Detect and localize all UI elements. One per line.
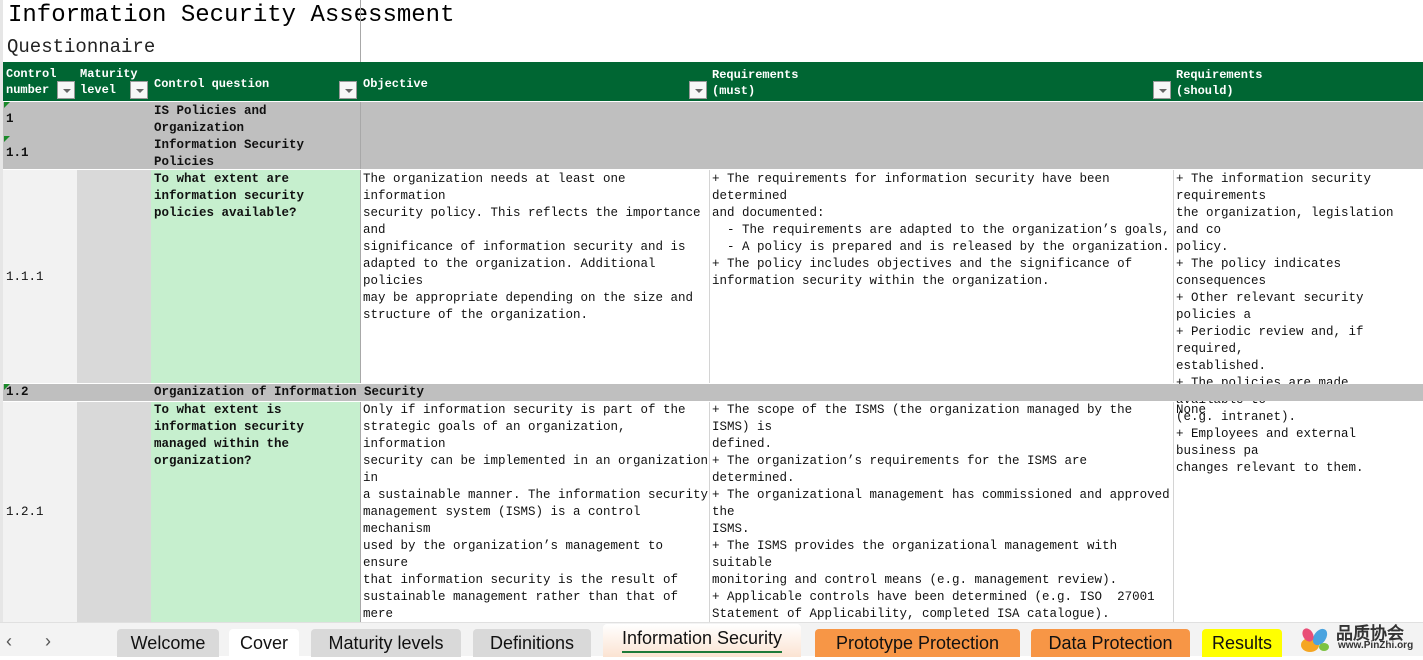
filter-dropdown-icon[interactable] — [339, 81, 357, 99]
section-title[interactable]: Organization of Information Security — [154, 384, 424, 401]
active-tab-label: Information Security — [621, 628, 783, 653]
header-control-number: Control number — [6, 67, 57, 97]
header-requirements-must: Requirements (must) — [712, 68, 799, 98]
sheet-tab-information-security[interactable]: Information Security — [603, 624, 801, 657]
objective-cell[interactable]: The organization needs at least one info… — [363, 171, 709, 324]
sheet-tab-welcome[interactable]: Welcome — [117, 629, 219, 657]
column-divider — [360, 102, 361, 169]
requirements-must-cell[interactable]: + The requirements for information secur… — [712, 171, 1172, 290]
watermark-url: www.PinZhi.org — [1338, 640, 1414, 651]
frozen-pane-divider — [360, 0, 361, 62]
control-number: 1.1.1 — [6, 270, 44, 284]
sort-filter-icon[interactable] — [57, 81, 75, 99]
column-divider — [1173, 170, 1174, 383]
control-number: 1.2.1 — [6, 505, 44, 519]
column-divider — [709, 402, 710, 622]
scroll-tabs-right-icon[interactable]: › — [45, 631, 51, 652]
requirements-must-cell[interactable]: + The scope of the ISMS (the organizatio… — [712, 402, 1172, 657]
sheet-tab-data-protection[interactable]: Data Protection — [1031, 629, 1190, 657]
requirements-should-cell[interactable]: + The information security requirements … — [1176, 171, 1423, 477]
section-number[interactable]: 1.1 — [6, 145, 29, 162]
header-maturity-level: Maturity level — [80, 67, 138, 97]
sheet-title: Information Security Assessment — [8, 2, 455, 29]
sheet-tab-definitions[interactable]: Definitions — [473, 629, 591, 657]
control-question: To what extent are information security … — [154, 172, 305, 220]
watermark-logo-icon — [1298, 625, 1334, 655]
requirements-should-cell[interactable]: None — [1176, 402, 1423, 419]
sheet-tab-cover[interactable]: Cover — [229, 629, 299, 657]
header-control-question: Control question — [154, 77, 270, 91]
header-objective: Objective — [363, 77, 428, 91]
filter-dropdown-icon[interactable] — [130, 81, 148, 99]
scroll-tabs-left-icon[interactable]: ‹ — [6, 631, 12, 652]
sheet-tab-maturity-levels[interactable]: Maturity levels — [311, 629, 461, 657]
section-title[interactable]: IS Policies and Organization — [154, 103, 267, 137]
sheet-subtitle: Questionnaire — [7, 36, 156, 58]
column-divider — [360, 402, 361, 622]
column-divider — [360, 170, 361, 383]
header-requirements-should: Requirements (should) — [1176, 68, 1263, 98]
sheet-tab-bar: ‹ › Welcome Cover Maturity levels Defini… — [0, 622, 1423, 657]
column-divider — [1173, 402, 1174, 622]
sheet-tab-prototype-protection[interactable]: Prototype Protection — [815, 629, 1020, 657]
column-divider — [709, 170, 710, 383]
filter-dropdown-icon[interactable] — [689, 81, 707, 99]
objective-cell[interactable]: Only if information security is part of … — [363, 402, 709, 640]
filter-dropdown-icon[interactable] — [1153, 81, 1171, 99]
section-title[interactable]: Information Security Policies — [154, 137, 304, 171]
control-question: To what extent is information security m… — [154, 403, 305, 468]
error-indicator-icon — [4, 102, 10, 108]
sheet-tab-results[interactable]: Results — [1202, 629, 1282, 657]
maturity-level-cell[interactable] — [77, 402, 151, 622]
section-number[interactable]: 1.2 — [6, 384, 29, 401]
maturity-level-cell[interactable] — [77, 170, 151, 383]
section-number[interactable]: 1 — [6, 111, 14, 128]
error-indicator-icon — [4, 136, 10, 142]
